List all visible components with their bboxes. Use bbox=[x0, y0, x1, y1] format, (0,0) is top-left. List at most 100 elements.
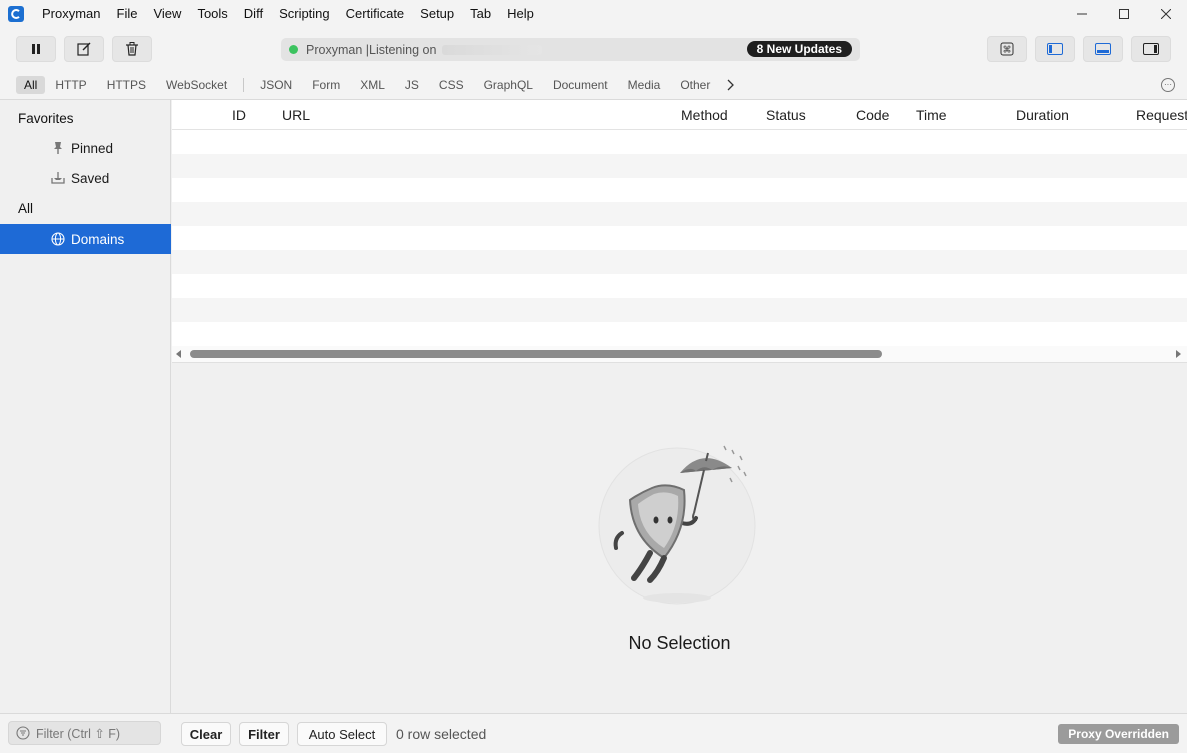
column-duration[interactable]: Duration bbox=[1016, 107, 1069, 123]
bottom-panel-icon bbox=[1095, 43, 1111, 55]
status-text: Proxyman |Listening on bbox=[306, 42, 437, 57]
table-row bbox=[172, 226, 1187, 250]
tab-separator bbox=[243, 77, 245, 92]
toggle-bottom-panel-button[interactable] bbox=[1083, 36, 1123, 62]
toggle-right-panel-button[interactable] bbox=[1131, 36, 1171, 62]
tab-http[interactable]: HTTP bbox=[45, 76, 96, 94]
column-request[interactable]: Request bbox=[1136, 107, 1187, 123]
menu-bar: Proxyman File View Tools Diff Scripting … bbox=[0, 0, 1187, 28]
menu-tools[interactable]: Tools bbox=[189, 0, 235, 28]
window-controls bbox=[1061, 0, 1187, 28]
tab-document[interactable]: Document bbox=[543, 76, 618, 94]
tab-css[interactable]: CSS bbox=[429, 76, 474, 94]
column-url[interactable]: URL bbox=[282, 107, 310, 123]
shield-umbrella-illustration bbox=[598, 445, 756, 605]
trash-button[interactable] bbox=[112, 36, 152, 62]
tray-download-icon bbox=[51, 171, 65, 185]
sidebar-heading-favorites: Favorites bbox=[18, 111, 74, 126]
proxyman-logo-icon bbox=[8, 6, 24, 22]
compose-icon bbox=[77, 42, 91, 56]
tab-graphql[interactable]: GraphQL bbox=[474, 76, 543, 94]
scroll-left-icon[interactable] bbox=[176, 350, 181, 358]
sidebar-item-pinned[interactable]: Pinned bbox=[0, 133, 171, 163]
sidebar-heading-all[interactable]: All bbox=[18, 201, 33, 216]
toggle-left-panel-button[interactable] bbox=[1035, 36, 1075, 62]
sidebar-item-domains[interactable]: Domains bbox=[0, 224, 171, 254]
toolbar: Proxyman |Listening on 8 New Updates ⌘ bbox=[0, 28, 1187, 70]
sidebar-filter-placeholder: Filter (Ctrl ⇧ F) bbox=[36, 726, 121, 741]
table-row bbox=[172, 322, 1187, 346]
table-row bbox=[172, 298, 1187, 322]
pause-button[interactable] bbox=[16, 36, 56, 62]
menu-help[interactable]: Help bbox=[499, 0, 542, 28]
column-code[interactable]: Code bbox=[856, 107, 889, 123]
tab-media[interactable]: Media bbox=[618, 76, 671, 94]
table-row bbox=[172, 274, 1187, 298]
menu-scripting[interactable]: Scripting bbox=[271, 0, 338, 28]
tab-https[interactable]: HTTPS bbox=[97, 76, 156, 94]
table-row bbox=[172, 202, 1187, 226]
right-panel-icon bbox=[1143, 43, 1159, 55]
tab-websocket[interactable]: WebSocket bbox=[156, 76, 237, 94]
left-panel-icon bbox=[1047, 43, 1063, 55]
tab-js[interactable]: JS bbox=[395, 76, 429, 94]
column-method[interactable]: Method bbox=[681, 107, 728, 123]
menu-setup[interactable]: Setup bbox=[412, 0, 462, 28]
sidebar-item-label: Domains bbox=[71, 231, 125, 247]
trash-icon bbox=[126, 42, 138, 56]
proxy-overridden-badge[interactable]: Proxy Overridden bbox=[1058, 724, 1179, 744]
menu-view[interactable]: View bbox=[145, 0, 189, 28]
request-table[interactable]: ID URL Method Status Code Time Duration … bbox=[172, 100, 1187, 362]
tab-xml[interactable]: XML bbox=[350, 76, 395, 94]
column-id[interactable]: ID bbox=[232, 107, 246, 123]
menu-proxyman[interactable]: Proxyman bbox=[34, 0, 109, 28]
tab-other[interactable]: Other bbox=[670, 76, 720, 94]
command-button[interactable]: ⌘ bbox=[987, 36, 1027, 62]
maximize-icon bbox=[1119, 9, 1129, 19]
sidebar-filter-field[interactable]: Filter (Ctrl ⇧ F) bbox=[8, 721, 161, 745]
pin-icon bbox=[51, 141, 65, 155]
horizontal-scrollbar[interactable] bbox=[172, 346, 1187, 362]
more-options-icon[interactable]: ··· bbox=[1161, 78, 1175, 92]
table-row bbox=[172, 130, 1187, 154]
close-icon bbox=[1161, 9, 1171, 19]
minimize-button[interactable] bbox=[1061, 0, 1103, 28]
tab-all[interactable]: All bbox=[16, 75, 46, 94]
scrollbar-thumb[interactable] bbox=[190, 350, 882, 358]
menu-tab[interactable]: Tab bbox=[462, 0, 499, 28]
redacted-address bbox=[442, 44, 543, 55]
table-row bbox=[172, 178, 1187, 202]
tab-json[interactable]: JSON bbox=[250, 76, 302, 94]
column-time[interactable]: Time bbox=[916, 107, 947, 123]
sidebar-item-label: Saved bbox=[71, 170, 110, 186]
close-window-button[interactable] bbox=[1145, 0, 1187, 28]
bottom-bar: Filter (Ctrl ⇧ F) Clear Filter Auto Sele… bbox=[0, 713, 1187, 753]
pause-icon bbox=[32, 44, 40, 54]
sidebar: Favorites Pinned Saved All Domains bbox=[0, 100, 171, 713]
globe-icon bbox=[51, 232, 65, 246]
maximize-button[interactable] bbox=[1103, 0, 1145, 28]
column-status[interactable]: Status bbox=[766, 107, 806, 123]
filter-button[interactable]: Filter bbox=[239, 722, 289, 746]
menu-diff[interactable]: Diff bbox=[236, 0, 271, 28]
tab-form[interactable]: Form bbox=[302, 76, 350, 94]
listening-status: Proxyman |Listening on 8 New Updates bbox=[281, 38, 860, 61]
table-row bbox=[172, 154, 1187, 178]
content-filter-bar: All HTTP HTTPS WebSocket JSON Form XML J… bbox=[0, 70, 1187, 100]
sidebar-item-label: Pinned bbox=[71, 140, 114, 156]
proxyman-window: Proxyman File View Tools Diff Scripting … bbox=[0, 0, 1187, 753]
filter-icon bbox=[16, 726, 30, 740]
clear-button[interactable]: Clear bbox=[181, 722, 231, 746]
svg-text:⌘: ⌘ bbox=[1003, 46, 1012, 56]
no-selection-label: No Selection bbox=[628, 633, 731, 653]
menu-certificate[interactable]: Certificate bbox=[338, 0, 413, 28]
rows-selected-count: 0 row selected bbox=[396, 726, 487, 742]
chevron-right-icon[interactable] bbox=[726, 79, 735, 91]
sidebar-item-saved[interactable]: Saved bbox=[0, 163, 171, 193]
updates-badge[interactable]: 8 New Updates bbox=[746, 41, 852, 57]
compose-button[interactable] bbox=[64, 36, 104, 62]
minimize-icon bbox=[1077, 13, 1087, 15]
auto-select-button[interactable]: Auto Select bbox=[297, 722, 387, 746]
scroll-right-icon[interactable] bbox=[1176, 350, 1181, 358]
menu-file[interactable]: File bbox=[109, 0, 146, 28]
